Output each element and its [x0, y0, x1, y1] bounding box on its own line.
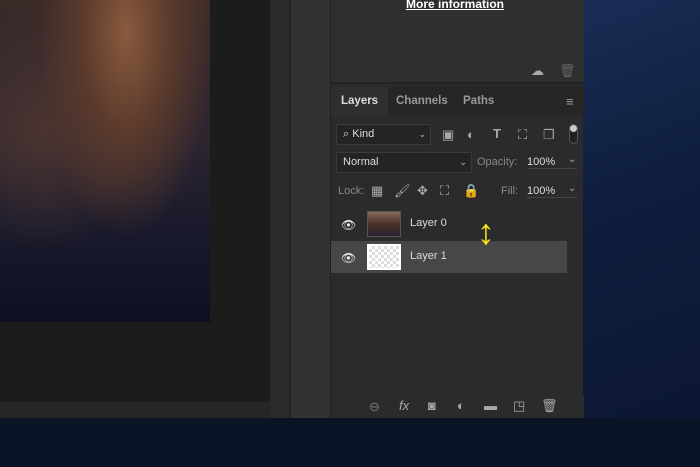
chevron-down-icon: ⌄ — [418, 129, 426, 139]
trash-icon[interactable]: 🗑 — [559, 64, 576, 77]
layer-row-selected[interactable]: 👁 Layer 1 — [331, 241, 567, 273]
cloud-sync-off-icon[interactable]: ☁ — [531, 64, 544, 77]
opacity-label: Opacity: — [477, 156, 518, 168]
panel-gutter — [270, 0, 290, 418]
panel-menu-icon[interactable]: ≡ — [566, 95, 574, 108]
add-mask-icon[interactable]: ◙ — [428, 399, 436, 412]
search-icon: ⌕ — [343, 128, 350, 140]
layers-panel: More information ☁ 🗑 Layers Channels Pat… — [330, 0, 584, 418]
new-group-folder-icon[interactable]: ▬ — [484, 399, 497, 412]
desktop-background — [583, 0, 700, 467]
reorder-arrow-icon: ↕ — [477, 211, 495, 252]
filter-kind-select[interactable]: ⌕ Kind ⌄ — [336, 124, 431, 145]
filter-toggle[interactable] — [569, 124, 578, 144]
info-panel: More information ☁ 🗑 — [331, 0, 584, 84]
new-layer-icon[interactable]: ◳ — [513, 399, 525, 412]
chevron-down-icon: ⌄ — [459, 157, 467, 167]
lock-all-icon[interactable]: 🔒 — [463, 184, 479, 197]
adjustment-filter-icon[interactable]: ◐ — [467, 128, 475, 141]
tab-layers[interactable]: Layers — [331, 87, 389, 115]
layer-name[interactable]: Layer 0 — [410, 217, 447, 229]
adjustment-layer-icon[interactable]: ◐ — [457, 399, 465, 412]
layer-row[interactable]: 👁 Layer 0 — [331, 208, 567, 240]
more-information-link[interactable]: More information — [406, 0, 504, 11]
pixel-filter-icon[interactable]: ▣ — [442, 128, 454, 141]
tab-channels[interactable]: Channels — [386, 87, 458, 115]
lock-artboard-icon[interactable]: ⛶ — [440, 184, 449, 197]
horizontal-scrollbar[interactable] — [0, 402, 290, 418]
blend-mode-label: Normal — [343, 156, 379, 168]
document-canvas[interactable] — [0, 0, 270, 402]
lock-transparent-icon[interactable]: ▦ — [371, 184, 383, 197]
desktop-background-bottom — [0, 418, 700, 467]
lock-label: Lock: — [338, 185, 365, 197]
panel-tabs: Layers Channels Paths ≡ — [331, 87, 584, 115]
collapsed-panel-dock — [290, 0, 330, 418]
smart-object-filter-icon[interactable]: ❐ — [543, 128, 555, 141]
desert-photo — [0, 0, 210, 322]
lock-image-brush-icon[interactable]: 🖌 — [394, 184, 411, 197]
tab-paths[interactable]: Paths — [453, 87, 504, 115]
layers-toolbar: ⊖ fx ◙ ◐ ▬ ◳ 🗑 — [331, 395, 584, 418]
layer-thumbnail — [367, 244, 401, 270]
type-filter-icon[interactable]: T — [493, 127, 501, 140]
lock-position-move-icon[interactable]: ✥ — [417, 184, 428, 197]
link-layers-icon[interactable]: ⊖ — [369, 400, 380, 413]
chevron-down-icon[interactable]: ⌄ — [568, 155, 576, 165]
fill-label: Fill: — [501, 185, 519, 197]
visibility-eye-icon[interactable]: 👁 — [341, 218, 356, 232]
layer-thumbnail — [367, 211, 401, 237]
delete-layer-trash-icon[interactable]: 🗑 — [541, 399, 558, 412]
filter-kind-label: Kind — [352, 128, 375, 140]
fx-icon[interactable]: fx — [399, 399, 409, 412]
shape-filter-icon[interactable]: ⛶ — [518, 128, 527, 141]
visibility-eye-icon[interactable]: 👁 — [341, 251, 356, 265]
layer-name[interactable]: Layer 1 — [410, 250, 447, 262]
blend-mode-select[interactable]: Normal ⌄ — [336, 152, 472, 173]
chevron-down-icon[interactable]: ⌄ — [568, 184, 576, 194]
